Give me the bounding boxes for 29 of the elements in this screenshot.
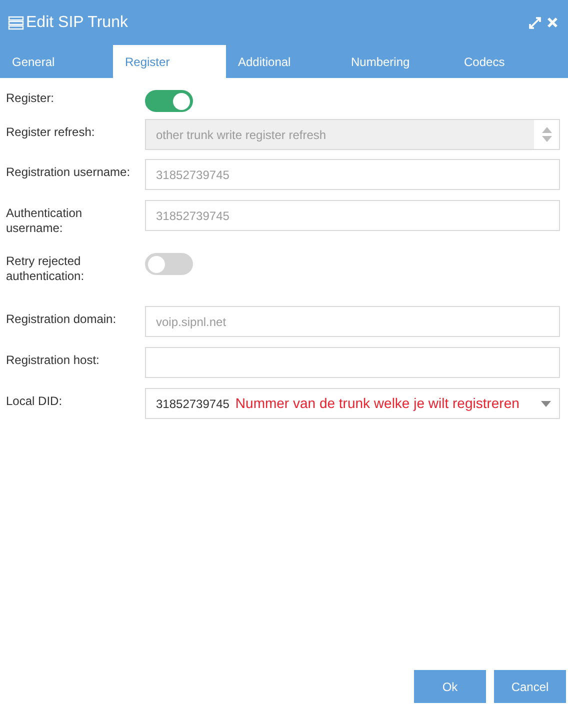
field-label: Register refresh: [6,124,96,140]
toggle-switch[interactable] [145,253,193,275]
input-field[interactable]: 31852739745 [145,159,560,190]
field-label: Registration host: [6,352,100,368]
close-icon[interactable] [547,17,558,28]
maximize-icon[interactable] [529,16,541,28]
input-field[interactable]: voip.sipnl.net [145,306,560,337]
annotation-note: Nummer van de trunk welke je wilt registreren [235,394,520,413]
server-icon [8,16,24,30]
input-field[interactable] [145,347,560,378]
tab[interactable]: Numbering [339,45,452,78]
dialog-button[interactable]: Cancel [494,670,566,703]
tab[interactable]: General [0,45,113,78]
toggle-switch[interactable] [145,90,193,112]
tab[interactable]: Additional [226,45,339,78]
input-field[interactable]: 31852739745 [145,200,560,231]
tab[interactable]: Register [113,45,226,78]
field-label: Authentication username: [6,205,84,236]
field-label: Register: [6,90,56,106]
field-label: Registration domain: [6,311,118,327]
window-title: Edit SIP Trunk [26,12,128,32]
caret-icon [541,400,551,406]
field-label: Retry rejected authentication: [6,253,86,284]
dropdown-value: 31852739745 [156,396,230,412]
dropdown-field[interactable]: 31852739745 Nummer van de trunk welke je wilt registreren [145,388,560,419]
field-label: Registration username: [6,164,132,180]
tab[interactable]: Codecs [452,45,565,78]
dialog-button[interactable]: Ok [414,670,486,703]
field-label: Local DID: [6,393,64,409]
